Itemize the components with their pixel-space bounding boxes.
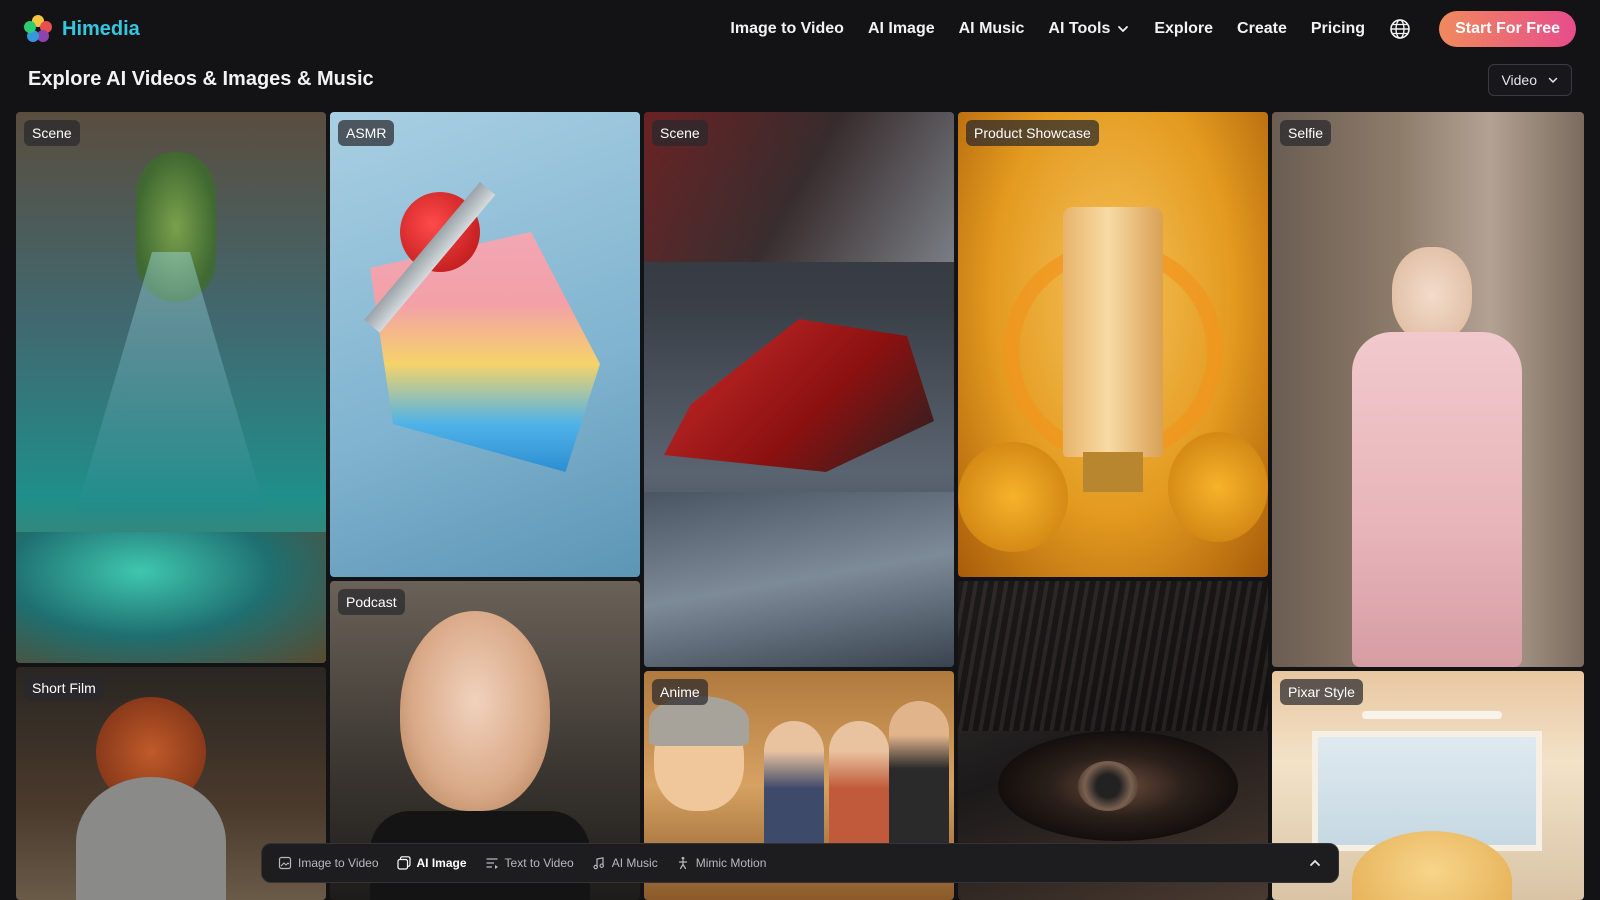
creation-tool-dock: Image to Video AI Image Text to Video AI… — [261, 843, 1339, 883]
card-tag: Product Showcase — [966, 120, 1099, 146]
flower-logo-icon — [24, 15, 52, 43]
text-video-icon — [486, 858, 498, 869]
page-title: Explore AI Videos & Images & Music — [28, 68, 374, 90]
chevron-down-icon — [1118, 26, 1129, 33]
gallery-card[interactable]: Selfie — [1272, 112, 1584, 667]
explore-gallery: Scene Short Film ASMR Podcast Scene Anim… — [16, 112, 1584, 900]
card-tag: Scene — [652, 120, 708, 146]
card-tag: Podcast — [338, 589, 405, 615]
gallery-card[interactable]: Scene — [644, 112, 954, 667]
nav-ai-image[interactable]: AI Image — [868, 20, 935, 38]
nav-ai-tools-label: AI Tools — [1048, 20, 1111, 37]
card-tag: Scene — [24, 120, 80, 146]
dock-mimic-motion[interactable]: Mimic Motion — [676, 856, 767, 870]
start-for-free-button[interactable]: Start For Free — [1439, 11, 1576, 47]
brand-home-link[interactable]: Himedia — [24, 15, 140, 43]
nav-ai-music[interactable]: AI Music — [959, 20, 1025, 38]
card-tag: Short Film — [24, 675, 104, 701]
image-video-icon — [278, 856, 292, 870]
dock-ai-image[interactable]: AI Image — [396, 856, 467, 870]
card-tag: Anime — [652, 679, 708, 705]
nav-explore[interactable]: Explore — [1154, 20, 1213, 38]
nav-pricing[interactable]: Pricing — [1311, 20, 1365, 38]
globe-icon[interactable] — [1389, 18, 1411, 40]
gallery-card[interactable]: Scene — [16, 112, 326, 663]
top-navigation-bar: Himedia Image to Video AI Image AI Music… — [0, 0, 1600, 58]
nav-create[interactable]: Create — [1237, 20, 1287, 38]
dock-item-label: Mimic Motion — [695, 856, 767, 870]
dock-text-to-video[interactable]: Text to Video — [485, 856, 574, 870]
ai-image-icon — [396, 856, 411, 870]
gallery-card[interactable]: Product Showcase — [958, 112, 1268, 577]
dock-item-label: Text to Video — [504, 856, 574, 870]
brand-name: Himedia — [62, 17, 140, 40]
dock-item-label: AI Music — [611, 856, 658, 870]
dock-item-label: Image to Video — [298, 856, 379, 870]
nav-image-to-video[interactable]: Image to Video — [730, 20, 844, 38]
dock-item-label: AI Image — [416, 856, 467, 870]
card-tag: Selfie — [1280, 120, 1332, 146]
main-nav: Image to Video AI Image AI Music AI Tool… — [730, 11, 1576, 47]
chevron-up-icon — [1310, 859, 1320, 866]
media-type-value: Video — [1501, 72, 1537, 88]
card-tag: ASMR — [338, 120, 395, 146]
dock-expand-toggle[interactable] — [1308, 856, 1322, 870]
nav-ai-tools[interactable]: AI Tools — [1048, 20, 1130, 38]
card-tag: Pixar Style — [1280, 679, 1363, 705]
dock-image-to-video[interactable]: Image to Video — [278, 856, 379, 870]
dock-ai-music[interactable]: AI Music — [592, 856, 658, 870]
chevron-down-icon — [1548, 77, 1558, 84]
gallery-card[interactable]: ASMR — [330, 112, 640, 577]
media-type-select[interactable]: Video — [1488, 64, 1572, 96]
music-note-icon — [593, 857, 604, 870]
motion-figure-icon — [678, 856, 687, 870]
